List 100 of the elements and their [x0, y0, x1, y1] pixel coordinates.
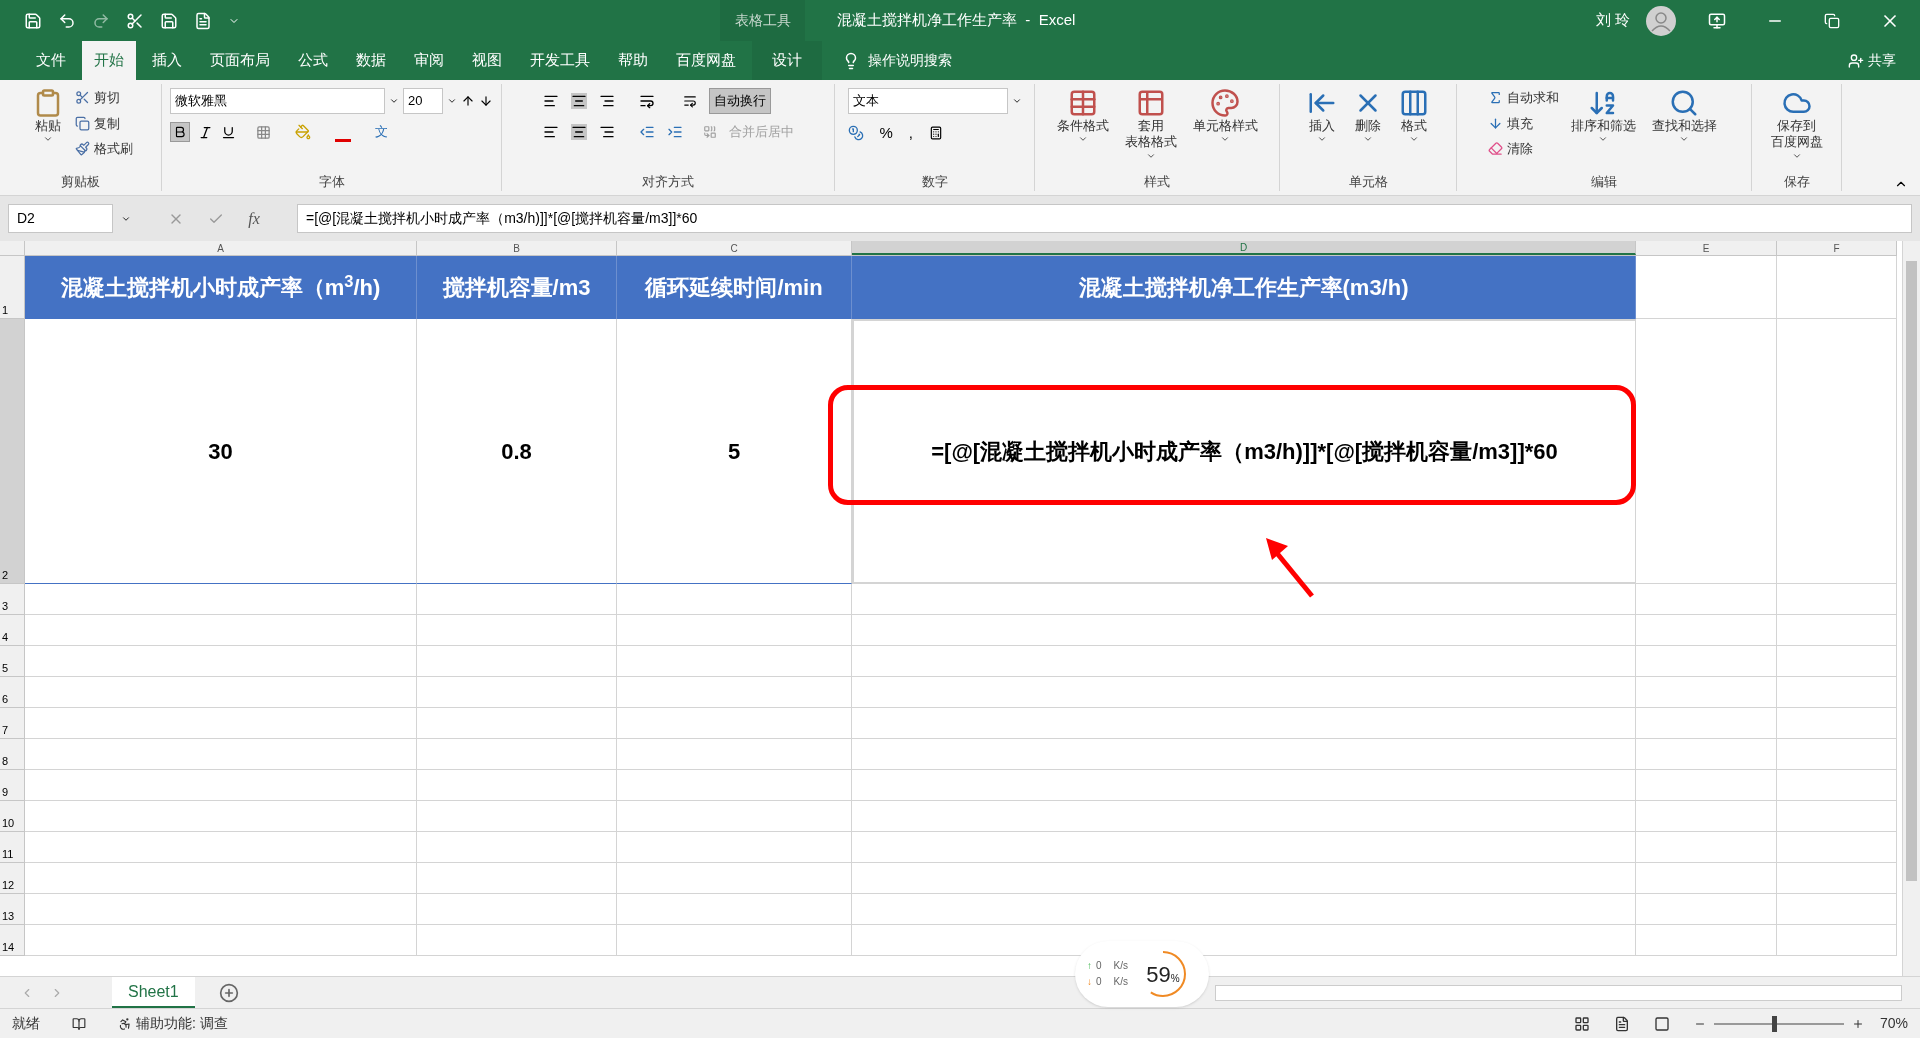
ribbon-tab[interactable]: 百度网盘	[664, 41, 748, 80]
spreadsheet-cell[interactable]	[417, 801, 617, 832]
align-center-icon[interactable]	[570, 123, 587, 140]
spreadsheet-cell[interactable]	[25, 739, 417, 770]
editing-button[interactable]: 填充	[1506, 113, 1533, 133]
spreadsheet-cell[interactable]	[417, 925, 617, 956]
spreadsheet-cell[interactable]	[1777, 770, 1897, 801]
cells-button[interactable]: 格式	[1395, 88, 1433, 145]
zoom-slider-thumb[interactable]	[1772, 1015, 1778, 1032]
share-button[interactable]: 共享	[1868, 41, 1896, 80]
spreadsheet-cell[interactable]	[1636, 677, 1777, 708]
row-header[interactable]: 12	[0, 863, 25, 894]
spreadsheet-cell[interactable]	[617, 770, 852, 801]
spreadsheet-cell[interactable]	[1636, 925, 1777, 956]
save-to-cloud-button[interactable]: 保存到 百度网盘	[1766, 88, 1827, 161]
align-top-icon[interactable]	[542, 93, 559, 109]
wrap-text-button[interactable]: 自动换行	[708, 88, 771, 114]
spreadsheet-cell[interactable]	[1636, 256, 1777, 319]
spreadsheet-cell[interactable]	[852, 894, 1636, 925]
spreadsheet-cell[interactable]	[1777, 832, 1897, 863]
spreadsheet-cell[interactable]	[1636, 801, 1777, 832]
spreadsheet-cell[interactable]	[1777, 739, 1897, 770]
spreadsheet-cell[interactable]	[417, 615, 617, 646]
caret-icon[interactable]	[1011, 96, 1022, 106]
editing-button[interactable]: 清除	[1506, 139, 1533, 159]
ribbon-tab[interactable]: 公式	[286, 41, 340, 80]
spreadsheet-cell[interactable]	[1777, 615, 1897, 646]
macro-icon[interactable]	[72, 1016, 86, 1031]
row-header[interactable]: 9	[0, 770, 25, 801]
column-header[interactable]: D	[852, 241, 1636, 255]
style-button[interactable]: 单元格样式	[1188, 88, 1262, 145]
spreadsheet-cell[interactable]	[417, 832, 617, 863]
add-sheet-icon[interactable]	[218, 982, 239, 1003]
spreadsheet-cell[interactable]	[852, 863, 1636, 894]
align-bottom-icon[interactable]	[598, 93, 615, 109]
row-header[interactable]: 7	[0, 708, 25, 739]
caret-icon[interactable]	[389, 96, 399, 106]
spreadsheet-cell[interactable]	[1777, 894, 1897, 925]
style-button[interactable]: 套用 表格格式	[1120, 88, 1181, 161]
row-header[interactable]: 4	[0, 615, 25, 646]
row-header[interactable]: 2	[0, 319, 25, 584]
spreadsheet-cell[interactable]	[417, 770, 617, 801]
spreadsheet-cell[interactable]	[617, 739, 852, 770]
spreadsheet-cell[interactable]	[1777, 584, 1897, 615]
spreadsheet-cell[interactable]	[417, 894, 617, 925]
spreadsheet-cell[interactable]	[852, 770, 1636, 801]
accessibility-status[interactable]: 辅助功能: 调查	[136, 1013, 228, 1034]
spreadsheet-cell[interactable]	[852, 646, 1636, 677]
row-header[interactable]: 8	[0, 739, 25, 770]
column-header[interactable]: B	[417, 241, 617, 255]
spreadsheet-cell[interactable]	[1636, 770, 1777, 801]
column-header[interactable]: F	[1777, 241, 1897, 255]
spreadsheet-cell[interactable]	[852, 677, 1636, 708]
ribbon-tab[interactable]: 帮助	[606, 41, 660, 80]
spreadsheet-cell[interactable]	[617, 708, 852, 739]
clipboard-button[interactable]: 格式刷	[93, 139, 133, 159]
spreadsheet-cell[interactable]	[25, 770, 417, 801]
spreadsheet-cell[interactable]	[1636, 646, 1777, 677]
spreadsheet-cell[interactable]	[417, 584, 617, 615]
copy-icon[interactable]	[74, 115, 90, 131]
spreadsheet-cell[interactable]	[1777, 319, 1897, 584]
spreadsheet-cell[interactable]	[617, 646, 852, 677]
vertical-scrollbar[interactable]	[1902, 241, 1920, 976]
spreadsheet-cell[interactable]	[852, 615, 1636, 646]
row-header[interactable]: 3	[0, 584, 25, 615]
clipboard-button[interactable]: 剪切	[93, 88, 120, 108]
eraser-icon[interactable]	[1487, 141, 1503, 157]
column-header[interactable]: E	[1636, 241, 1777, 255]
spreadsheet-cell[interactable]	[1636, 894, 1777, 925]
row-header[interactable]: 11	[0, 832, 25, 863]
spreadsheet-cell[interactable]	[25, 925, 417, 956]
caret-icon[interactable]	[447, 96, 457, 106]
name-box[interactable]: D2	[8, 204, 113, 233]
spreadsheet-cell[interactable]	[617, 677, 852, 708]
ribbon-tab[interactable]: 开始	[82, 41, 136, 80]
row-header[interactable]: 14	[0, 925, 25, 956]
underline-icon[interactable]	[221, 124, 236, 140]
ribbon-tab[interactable]: 审阅	[402, 41, 456, 80]
spreadsheet-cell[interactable]	[417, 646, 617, 677]
scrollbar-thumb[interactable]	[1906, 261, 1917, 881]
save-icon[interactable]	[24, 11, 42, 30]
spreadsheet-cell[interactable]	[852, 832, 1636, 863]
spreadsheet-cell[interactable]	[617, 801, 852, 832]
spreadsheet-cell[interactable]	[1636, 584, 1777, 615]
decimal-icon[interactable]	[929, 126, 943, 141]
grow-font-icon[interactable]	[461, 94, 475, 108]
arrow-down-icon[interactable]	[1487, 115, 1503, 131]
tell-me-search[interactable]: 操作说明搜索	[868, 50, 952, 71]
number-format-field[interactable]: 文本	[847, 88, 1008, 114]
zoom-in-icon[interactable]	[1851, 1017, 1864, 1030]
ribbon-tab[interactable]: 文件	[24, 41, 78, 80]
italic-icon[interactable]	[198, 124, 213, 140]
fill-color-icon[interactable]	[295, 124, 311, 140]
page-break-icon[interactable]	[1653, 1015, 1670, 1032]
spreadsheet-cell[interactable]	[1636, 739, 1777, 770]
ribbon-tab[interactable]: 开发工具	[518, 41, 602, 80]
spreadsheet-cell[interactable]	[25, 863, 417, 894]
avatar-icon[interactable]	[1646, 5, 1676, 36]
ribbon-tab[interactable]: 设计	[752, 41, 822, 80]
spreadsheet-cell[interactable]	[617, 894, 852, 925]
